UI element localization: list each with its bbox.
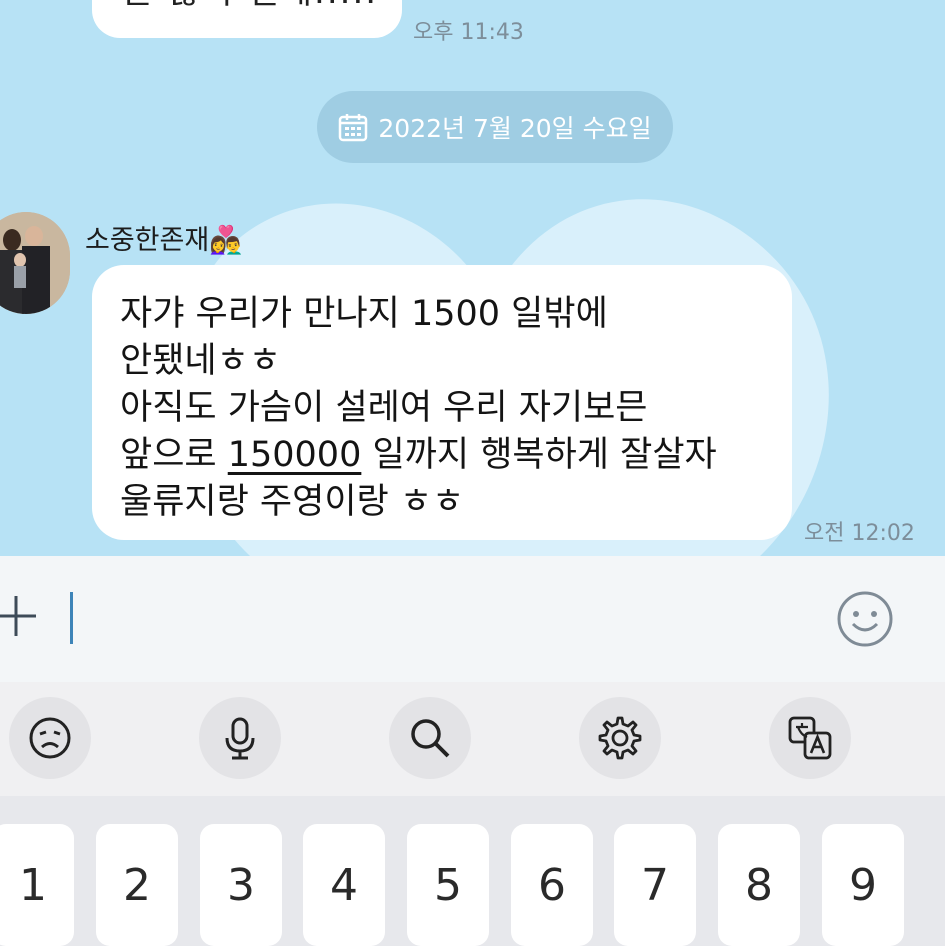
key-8[interactable]: 8: [718, 824, 800, 946]
previous-message-bubble[interactable]: 돈 많이 벌게.....: [92, 0, 402, 38]
message-time: 오전 12:02: [804, 521, 915, 546]
message-line: 자갸 우리가 만나지 1500 일밖에: [120, 294, 608, 334]
message-line: 앞으로 150000 일까지 행복하게 잘살자: [120, 426, 717, 477]
key-6[interactable]: 6: [511, 824, 593, 946]
date-divider: 2022년 7월 20일 수요일: [317, 91, 673, 163]
chat-area: 돈 많이 벌게..... 오후 11:43 2022년 7월 20일 수요일 소…: [0, 0, 945, 556]
previous-message-text: 돈 많이 벌게.....: [122, 0, 378, 13]
plus-icon[interactable]: [0, 594, 38, 638]
microphone-icon[interactable]: [199, 697, 281, 779]
message-line: 아직도 가슴이 설레여 우리 자기보믄: [120, 388, 648, 428]
emoji-face-icon[interactable]: [9, 697, 91, 779]
message-bubble[interactable]: 자갸 우리가 만나지 1500 일밖에 안됐네ㅎㅎ 아직도 가슴이 설레여 우리…: [92, 265, 792, 540]
message-input-bar: [0, 556, 945, 682]
calendar-icon: [339, 114, 368, 142]
key-3[interactable]: 3: [200, 824, 282, 946]
message-line: 울류지랑 주영이랑 ㅎㅎ: [120, 482, 465, 522]
key-7[interactable]: 7: [614, 824, 696, 946]
previous-message-time: 오후 11:43: [413, 20, 524, 45]
key-4[interactable]: 4: [303, 824, 385, 946]
underlined-number-link[interactable]: 150000: [228, 435, 362, 475]
message-line: 안됐네ㅎㅎ: [120, 341, 282, 381]
settings-gear-icon[interactable]: [579, 697, 661, 779]
search-icon[interactable]: [389, 697, 471, 779]
translate-icon[interactable]: [769, 697, 851, 779]
key-1[interactable]: 1: [0, 824, 74, 946]
key-2[interactable]: 2: [96, 824, 178, 946]
sender-name[interactable]: 소중한존재👩‍❤️‍👨: [85, 218, 243, 257]
message-input-field[interactable]: [70, 592, 73, 644]
message-text: 일까지 행복하게 잘살자: [361, 435, 717, 475]
emoji-button-icon[interactable]: [836, 590, 894, 648]
key-9[interactable]: 9: [822, 824, 904, 946]
message-text: 앞으로: [120, 435, 228, 475]
date-divider-text: 2022년 7월 20일 수요일: [378, 114, 652, 143]
key-5[interactable]: 5: [407, 824, 489, 946]
